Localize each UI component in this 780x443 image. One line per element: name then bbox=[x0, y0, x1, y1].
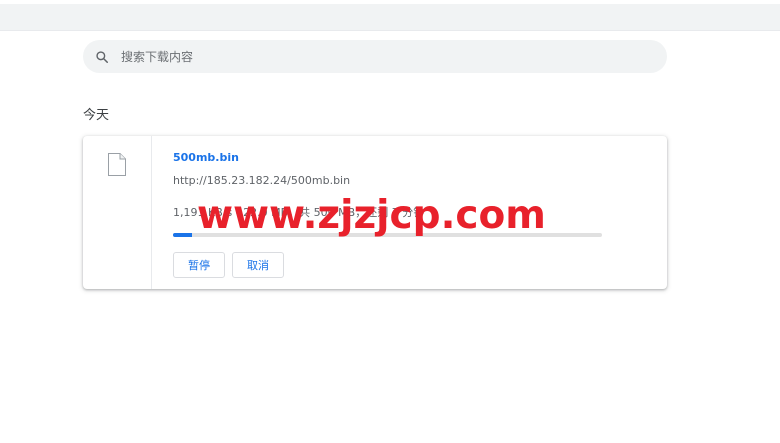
date-section-label: 今天 bbox=[83, 108, 110, 123]
search-input[interactable] bbox=[121, 49, 641, 64]
search-bar[interactable] bbox=[83, 40, 667, 73]
pause-button[interactable]: 暂停 bbox=[173, 252, 225, 278]
search-icon bbox=[96, 50, 109, 63]
download-progress-fill bbox=[173, 233, 192, 237]
download-icon-column bbox=[83, 136, 152, 289]
file-icon bbox=[108, 153, 126, 176]
file-name-link[interactable]: 500mb.bin bbox=[173, 151, 239, 164]
file-source-url[interactable]: http://185.23.182.24/500mb.bin bbox=[173, 174, 350, 187]
cancel-button[interactable]: 取消 bbox=[232, 252, 284, 278]
top-toolbar bbox=[0, 0, 780, 31]
download-progress-bar bbox=[173, 233, 602, 237]
download-status-text: 1,191 KB/s - 22.0 MB，共 500 MB，还剩 7 分钟 bbox=[173, 206, 425, 219]
download-item-card: 500mb.bin http://185.23.182.24/500mb.bin… bbox=[83, 136, 667, 289]
